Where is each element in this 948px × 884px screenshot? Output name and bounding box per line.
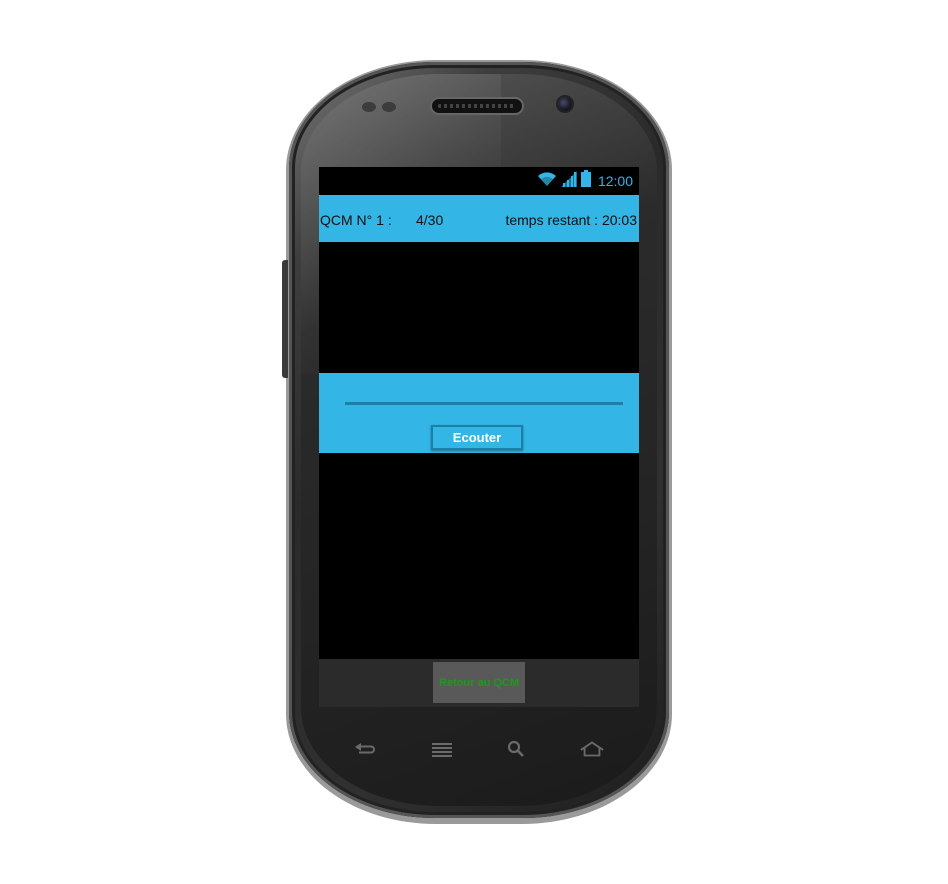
status-bar: 12:00 — [319, 167, 639, 194]
qcm-header: QCM N° 1 : 4/30 temps restant : 20:03 — [319, 195, 639, 242]
battery-icon — [580, 170, 591, 192]
phone-screen: 12:00 QCM N° 1 : 4/30 temps restant : 20… — [319, 167, 639, 707]
volume-button[interactable] — [282, 260, 288, 378]
menu-icon[interactable] — [429, 738, 455, 760]
emulator-stage: 12:00 QCM N° 1 : 4/30 temps restant : 20… — [0, 0, 948, 884]
status-icons: 12:00 — [537, 170, 633, 192]
back-icon[interactable] — [351, 738, 377, 760]
question-progress: 4/30 — [416, 212, 444, 228]
remaining-time: temps restant : 20:03 — [505, 212, 637, 228]
bottom-action-bar: Retour au QCM — [319, 659, 639, 707]
speaker-grille — [438, 104, 516, 108]
qcm-number-label: QCM N° 1 : — [320, 212, 392, 228]
proximity-sensor — [362, 102, 376, 112]
home-icon[interactable] — [579, 738, 605, 760]
audio-player-panel: Ecouter — [319, 373, 639, 453]
status-time: 12:00 — [597, 173, 633, 189]
search-icon[interactable] — [503, 738, 529, 760]
audio-seek-bar[interactable] — [345, 402, 623, 405]
light-sensor — [382, 102, 396, 112]
wifi-icon — [537, 171, 557, 192]
audio-seek-thumb[interactable] — [339, 397, 351, 409]
front-camera — [558, 97, 572, 111]
signal-icon — [560, 170, 577, 192]
listen-button[interactable]: Ecouter — [431, 425, 523, 450]
return-to-qcm-button[interactable]: Retour au QCM — [433, 662, 525, 703]
